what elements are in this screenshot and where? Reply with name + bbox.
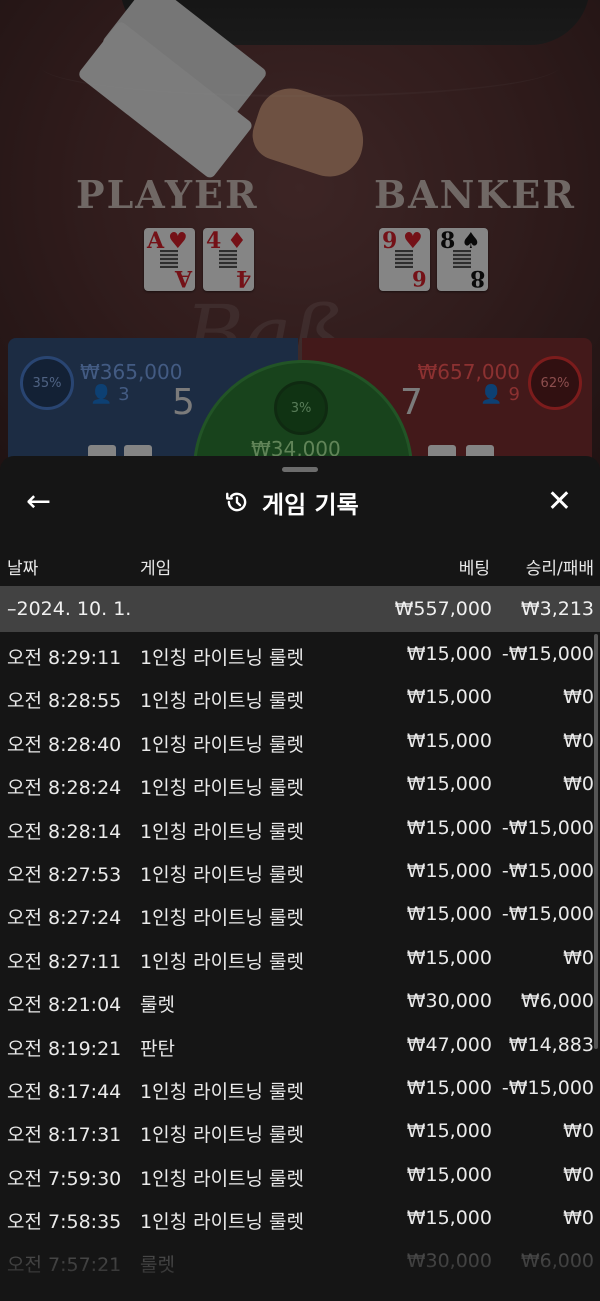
- row-game: 1인칭 라이트닝 룰렛: [140, 820, 305, 843]
- arrow-left-icon[interactable]: ←: [26, 484, 51, 520]
- summary-result: ₩3,213: [520, 598, 594, 620]
- scene-overlay: [0, 0, 600, 470]
- row-date: 오전 8:28:55: [7, 690, 122, 713]
- table-row[interactable]: 오전 8:17:31 1인칭 라이트닝 룰렛 ₩15,000 ₩0: [0, 1109, 600, 1152]
- table-header: 날짜 게임 베팅 승리/패배: [0, 554, 600, 580]
- row-date: 오전 8:19:21: [7, 1037, 122, 1060]
- table-row[interactable]: 오전 8:17:44 1인칭 라이트닝 룰렛 ₩15,000 -₩15,000: [0, 1066, 600, 1109]
- row-result: -₩15,000: [501, 816, 594, 839]
- summary-date: –2024. 10. 1.: [7, 598, 132, 620]
- row-bet: ₩15,000: [406, 1120, 492, 1143]
- row-bet: ₩15,000: [406, 1207, 492, 1230]
- row-date: 오전 7:58:35: [7, 1211, 122, 1234]
- sheet-title-group: 게임 기록: [224, 484, 359, 520]
- row-result: -₩15,000: [501, 643, 594, 665]
- table-row[interactable]: 오전 8:28:24 1인칭 라이트닝 룰렛 ₩15,000 ₩0: [0, 762, 600, 805]
- sheet-header: ← 게임 기록 ✕: [0, 484, 600, 520]
- row-game: 룰렛: [140, 994, 175, 1017]
- table-row[interactable]: 오전 8:27:24 1인칭 라이트닝 룰렛 ₩15,000 -₩15,000: [0, 892, 600, 935]
- row-game: 1인칭 라이트닝 룰렛: [140, 907, 305, 930]
- row-result: ₩0: [563, 729, 594, 752]
- row-game: 1인칭 라이트닝 룰렛: [140, 1211, 305, 1234]
- table-row[interactable]: 오전 8:19:21 판탄 ₩47,000 ₩14,883: [0, 1023, 600, 1066]
- row-date: 오전 8:17:44: [7, 1080, 122, 1103]
- row-bet: ₩15,000: [406, 773, 492, 796]
- table-row[interactable]: 오전 8:21:04 룰렛 ₩30,000 ₩6,000: [0, 979, 600, 1022]
- row-result: ₩14,883: [508, 1033, 594, 1056]
- row-bet: ₩30,000: [406, 990, 492, 1013]
- row-date: 오전 8:21:04: [7, 994, 122, 1017]
- row-result: ₩0: [563, 1120, 594, 1143]
- row-date: 오전 8:29:11: [7, 647, 122, 669]
- row-result: -₩15,000: [501, 859, 594, 882]
- row-result: -₩15,000: [501, 1076, 594, 1099]
- game-scene: PLAYER BANKER A ♥ A 4 ♦ 4 9 ♥ 6 8 ♠ 8 Ba…: [0, 0, 600, 470]
- table-row[interactable]: 오전 8:29:11 1인칭 라이트닝 룰렛 ₩15,000 -₩15,000: [0, 632, 600, 675]
- row-game: 1인칭 라이트닝 룰렛: [140, 950, 305, 973]
- row-result: ₩0: [563, 946, 594, 969]
- row-result: -₩15,000: [501, 903, 594, 926]
- date-summary-row[interactable]: –2024. 10. 1. ₩557,000 ₩3,213: [0, 586, 600, 632]
- row-bet: ₩15,000: [406, 686, 492, 709]
- history-icon: [226, 492, 247, 512]
- row-game: 1인칭 라이트닝 룰렛: [140, 863, 305, 886]
- row-bet: ₩15,000: [406, 859, 492, 882]
- row-result: ₩0: [563, 1163, 594, 1186]
- row-game: 1인칭 라이트닝 룰렛: [140, 733, 305, 756]
- row-game: 1인칭 라이트닝 룰렛: [140, 1167, 305, 1190]
- history-table: –2024. 10. 1. ₩557,000 ₩3,213 오전 8:29:11…: [0, 586, 600, 1283]
- row-game: 1인칭 라이트닝 룰렛: [140, 647, 305, 669]
- column-header-bet[interactable]: 베팅: [459, 554, 490, 579]
- row-bet: ₩15,000: [406, 729, 492, 752]
- table-row[interactable]: 오전 8:28:40 1인칭 라이트닝 룰렛 ₩15,000 ₩0: [0, 719, 600, 762]
- row-game: 1인칭 라이트닝 룰렛: [140, 1124, 305, 1147]
- row-date: 오전 8:17:31: [7, 1124, 122, 1147]
- row-date: 오전 8:27:24: [7, 907, 122, 930]
- table-row[interactable]: 오전 8:27:11 1인칭 라이트닝 룰렛 ₩15,000 ₩0: [0, 936, 600, 979]
- history-sheet: ← 게임 기록 ✕ 날짜 게임 베팅 승리/패배 –2024. 10. 1. ₩…: [0, 456, 600, 1301]
- row-date: 오전 8:27:11: [7, 950, 122, 973]
- row-bet: ₩47,000: [406, 1033, 492, 1056]
- row-game: 1인칭 라이트닝 룰렛: [140, 1080, 305, 1103]
- row-date: 오전 8:28:14: [7, 820, 122, 843]
- row-result: ₩0: [563, 773, 594, 796]
- row-bet: ₩15,000: [406, 903, 492, 926]
- row-result: ₩6,000: [520, 1250, 594, 1273]
- row-game: 1인칭 라이트닝 룰렛: [140, 690, 305, 713]
- summary-bet: ₩557,000: [394, 598, 492, 620]
- row-result: ₩0: [563, 1207, 594, 1230]
- row-bet: ₩15,000: [406, 1163, 492, 1186]
- table-row[interactable]: 오전 8:28:14 1인칭 라이트닝 룰렛 ₩15,000 -₩15,000: [0, 806, 600, 849]
- table-row[interactable]: 오전 8:28:55 1인칭 라이트닝 룰렛 ₩15,000 ₩0: [0, 675, 600, 718]
- row-game: 1인칭 라이트닝 룰렛: [140, 777, 305, 800]
- row-bet: ₩15,000: [406, 816, 492, 839]
- row-date: 오전 8:28:40: [7, 733, 122, 756]
- row-result: ₩6,000: [520, 990, 594, 1013]
- row-date: 오전 7:57:21: [7, 1254, 122, 1277]
- row-bet: ₩15,000: [406, 1076, 492, 1099]
- scrollbar[interactable]: [594, 634, 598, 1049]
- table-row[interactable]: 오전 7:57:21 룰렛 ₩30,000 ₩6,000: [0, 1239, 600, 1282]
- table-row[interactable]: 오전 8:27:53 1인칭 라이트닝 룰렛 ₩15,000 -₩15,000: [0, 849, 600, 892]
- row-date: 오전 8:27:53: [7, 863, 122, 886]
- row-bet: ₩15,000: [406, 946, 492, 969]
- table-row[interactable]: 오전 7:59:30 1인칭 라이트닝 룰렛 ₩15,000 ₩0: [0, 1153, 600, 1196]
- sheet-drag-handle[interactable]: [282, 467, 318, 472]
- column-header-game[interactable]: 게임: [140, 554, 171, 579]
- row-game: 판탄: [140, 1037, 175, 1060]
- page-title: 게임 기록: [262, 490, 359, 519]
- column-header-date[interactable]: 날짜: [7, 554, 38, 579]
- row-bet: ₩15,000: [406, 643, 492, 665]
- row-result: ₩0: [563, 686, 594, 709]
- row-game: 룰렛: [140, 1254, 175, 1277]
- close-icon[interactable]: ✕: [547, 484, 572, 520]
- row-bet: ₩30,000: [406, 1250, 492, 1273]
- table-row[interactable]: 오전 7:58:35 1인칭 라이트닝 룰렛 ₩15,000 ₩0: [0, 1196, 600, 1239]
- row-date: 오전 8:28:24: [7, 777, 122, 800]
- row-date: 오전 7:59:30: [7, 1167, 122, 1190]
- column-header-result[interactable]: 승리/패배: [526, 554, 594, 579]
